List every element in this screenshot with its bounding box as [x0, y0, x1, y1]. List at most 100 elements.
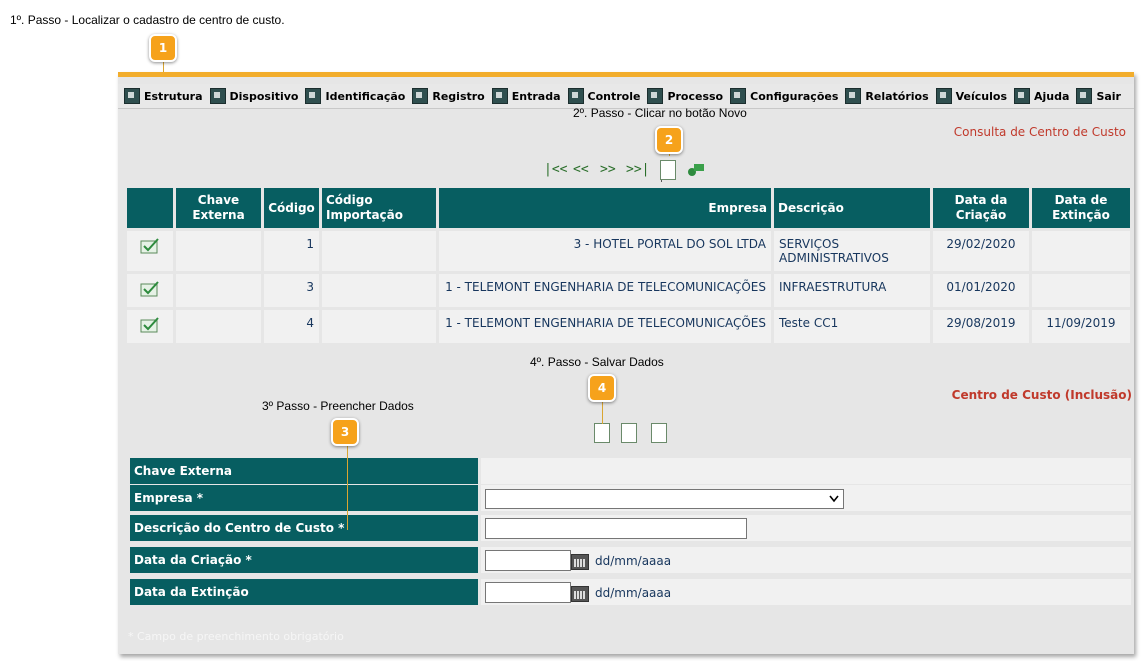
- step3-annotation: 3º Passo - Preencher Dados: [262, 399, 414, 413]
- control-icon: [567, 88, 584, 104]
- vehicles-icon: [935, 88, 952, 104]
- step1-annotation: 1º. Passo - Localizar o cadastro de cent…: [10, 13, 285, 27]
- menu-entrada[interactable]: Entrada: [491, 88, 561, 104]
- consulta-title: Consulta de Centro de Custo: [953, 125, 1126, 139]
- menu-registro[interactable]: Registro: [412, 88, 485, 104]
- table-row: 3 1 - TELEMONT ENGENHARIA DE TELECOMUNIC…: [127, 274, 1130, 307]
- label-data-criacao: Data da Criação *: [130, 547, 478, 573]
- col-data-extincao[interactable]: Data de Extinção: [1032, 188, 1130, 228]
- col-data-criacao[interactable]: Data da Criação: [933, 188, 1029, 228]
- cell-codigo: 1: [264, 231, 319, 271]
- col-empresa[interactable]: Empresa: [439, 188, 771, 228]
- save-icon[interactable]: [594, 423, 610, 443]
- menu-label: Veículos: [955, 89, 1008, 103]
- descricao-input[interactable]: [485, 518, 747, 539]
- menu-controle[interactable]: Controle: [567, 88, 641, 104]
- menu-label: Relatórios: [865, 89, 929, 103]
- menu-label: Estrutura: [144, 89, 203, 103]
- cell-descricao: INFRAESTRUTURA: [774, 274, 930, 307]
- cell-codigo: 4: [264, 310, 319, 343]
- cell-descricao: SERVIÇOS ADMINISTRATIVOS: [774, 231, 930, 271]
- previous-page-button[interactable]: <<: [573, 162, 589, 177]
- menu-sair[interactable]: Sair: [1076, 88, 1121, 104]
- cell-data-criacao: 29/08/2019: [933, 310, 1029, 343]
- cell-chave: [176, 274, 261, 307]
- entry-icon: [491, 88, 508, 104]
- menu-label: Configurações: [750, 89, 839, 103]
- cell-data-extincao: [1032, 231, 1130, 271]
- menu-label: Controle: [587, 89, 641, 103]
- col-descricao[interactable]: Descrição: [774, 188, 930, 228]
- menu-dispositivo[interactable]: Dispositivo: [209, 88, 299, 104]
- step-badge-1: 1: [149, 34, 177, 62]
- cell-data-extincao: [1032, 274, 1130, 307]
- last-page-button[interactable]: >>|: [626, 162, 649, 177]
- cell-codigo-importacao: [322, 231, 436, 271]
- identification-icon: [305, 88, 322, 104]
- cell-empresa: 1 - TELEMONT ENGENHARIA DE TELECOMUNICAÇ…: [439, 274, 771, 307]
- register-icon: [412, 88, 429, 104]
- step-badge-4: 4: [588, 374, 616, 402]
- field-chave-externa: [481, 458, 1131, 484]
- structure-icon: [124, 88, 140, 104]
- cell-descricao: Teste CC1: [774, 310, 930, 343]
- new-document-icon[interactable]: [660, 160, 676, 180]
- menu-label: Registro: [432, 89, 485, 103]
- menu-label: Sair: [1096, 89, 1121, 103]
- menu-label: Dispositivo: [229, 89, 299, 103]
- label-descricao: Descrição do Centro de Custo *: [130, 515, 478, 541]
- process-icon: [647, 88, 664, 104]
- table-row: 1 3 - HOTEL PORTAL DO SOL LTDA SERVIÇOS …: [127, 231, 1130, 271]
- cost-center-table: Chave Externa Código Código Importação E…: [124, 185, 1133, 346]
- menu-configuracoes[interactable]: Configurações: [730, 88, 838, 104]
- edit-cell[interactable]: [127, 231, 173, 271]
- edit-icon[interactable]: [139, 280, 161, 298]
- calendar-icon[interactable]: [571, 586, 589, 602]
- menu-label: Ajuda: [1034, 89, 1070, 103]
- help-icon: [1014, 88, 1031, 104]
- edit-icon[interactable]: [139, 316, 161, 334]
- data-extincao-input[interactable]: [485, 582, 571, 603]
- cell-data-criacao: 01/01/2020: [933, 274, 1029, 307]
- label-chave-externa: Chave Externa: [130, 458, 478, 484]
- cell-data-criacao: 29/02/2020: [933, 231, 1029, 271]
- data-criacao-input[interactable]: [485, 550, 571, 571]
- required-footnote: * Campo de preenchimento obrigatório: [128, 630, 344, 643]
- cell-empresa: 1 - TELEMONT ENGENHARIA DE TELECOMUNICAÇ…: [439, 310, 771, 343]
- form-title: Centro de Custo (Inclusão): [951, 388, 1132, 402]
- cell-empresa: 3 - HOTEL PORTAL DO SOL LTDA: [439, 231, 771, 271]
- edit-cell[interactable]: [127, 274, 173, 307]
- menu-identificacao[interactable]: Identificação: [305, 88, 405, 104]
- edit-cell[interactable]: [127, 310, 173, 343]
- date-format-hint: dd/mm/aaaa: [595, 586, 672, 600]
- label-empresa: Empresa *: [130, 485, 478, 511]
- calendar-icon[interactable]: [571, 554, 589, 570]
- cell-codigo-importacao: [322, 274, 436, 307]
- col-codigo[interactable]: Código: [264, 188, 319, 228]
- next-page-button[interactable]: >>: [600, 162, 616, 177]
- col-actions: [127, 188, 173, 228]
- cell-data-extincao: 11/09/2019: [1032, 310, 1130, 343]
- menu-ajuda[interactable]: Ajuda: [1014, 88, 1069, 104]
- step2-annotation: 2º. Passo - Clicar no botão Novo: [573, 106, 747, 120]
- menu-label: Processo: [667, 89, 724, 103]
- menu-estrutura[interactable]: Estrutura: [124, 88, 203, 104]
- date-format-hint: dd/mm/aaaa: [595, 554, 672, 568]
- col-codigo-importacao[interactable]: Código Importação: [322, 188, 436, 228]
- empresa-select[interactable]: [485, 489, 844, 509]
- col-chave-externa[interactable]: Chave Externa: [176, 188, 261, 228]
- step4-annotation: 4º. Passo - Salvar Dados: [530, 355, 664, 369]
- back-doc-icon[interactable]: [651, 423, 667, 443]
- edit-icon[interactable]: [139, 237, 161, 255]
- first-page-button[interactable]: |<<: [544, 162, 567, 177]
- search-icon[interactable]: [686, 162, 706, 178]
- menu-veiculos[interactable]: Veículos: [935, 88, 1008, 104]
- device-icon: [209, 88, 226, 104]
- settings-icon: [730, 88, 747, 104]
- menu-label: Entrada: [511, 89, 561, 103]
- menu-processo[interactable]: Processo: [647, 88, 723, 104]
- help-doc-icon[interactable]: [621, 423, 637, 443]
- menu-label: Identificação: [325, 89, 406, 103]
- cell-chave: [176, 310, 261, 343]
- menu-relatorios[interactable]: Relatórios: [845, 88, 929, 104]
